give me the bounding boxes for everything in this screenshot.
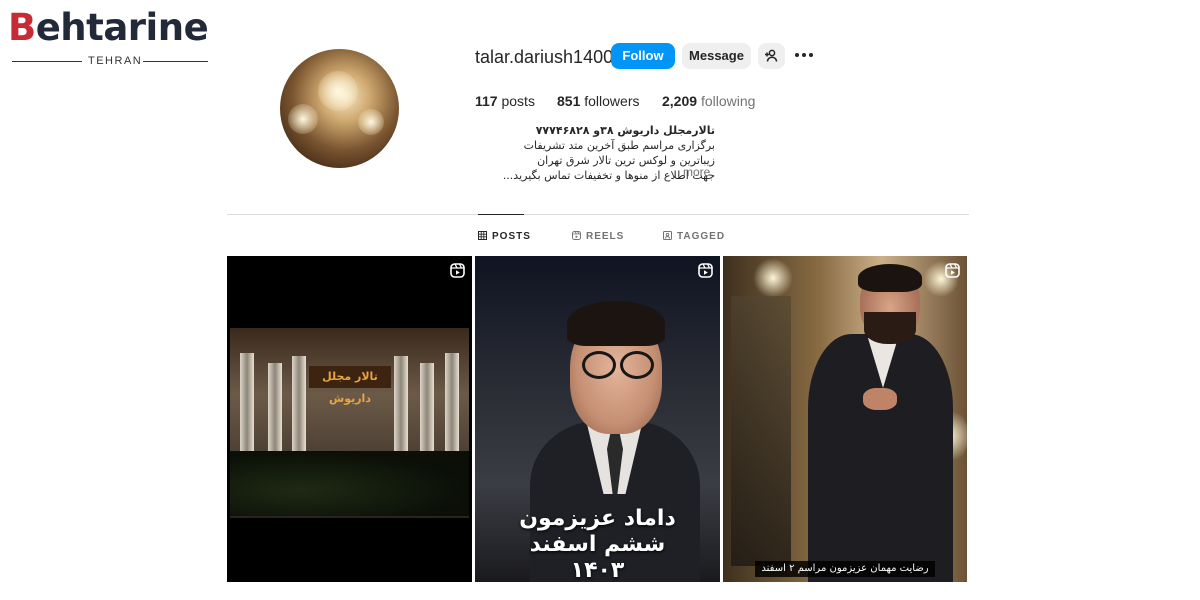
brand-initial: B — [8, 6, 36, 49]
glasses-lens — [620, 351, 654, 379]
post-caption: رضایت مهمان عزیزمون مراسم ۲ اسفند — [723, 558, 967, 577]
profile-avatar[interactable] — [280, 49, 399, 168]
caption-line: داماد عزیزمون — [519, 506, 676, 531]
tab-posts[interactable]: POSTS — [478, 231, 531, 243]
following-link[interactable]: 2,209 following — [662, 92, 755, 110]
reel-icon — [698, 263, 713, 278]
tagged-icon — [663, 231, 672, 240]
guest-beard — [864, 312, 916, 344]
caption-line: ششم اسفند — [529, 532, 666, 557]
followers-link[interactable]: 851 followers — [557, 92, 640, 110]
avatar-highlight — [358, 109, 384, 135]
following-label: following — [700, 93, 756, 109]
trees-foreground — [230, 451, 469, 516]
glass-door — [731, 296, 791, 566]
follow-button[interactable]: Follow — [611, 43, 675, 69]
logo-divider-left — [12, 61, 82, 62]
avatar-highlight — [288, 104, 318, 134]
brand-logo: Behtarine TEHRAN — [8, 8, 213, 68]
glasses-lens — [582, 351, 616, 379]
reel-icon — [945, 263, 960, 278]
tab-tagged[interactable]: TAGGED — [663, 231, 725, 243]
tabs-divider — [227, 214, 969, 215]
tab-reels[interactable]: REELS — [572, 231, 624, 243]
caption-line: ۱۴۰۳ — [570, 558, 625, 582]
bio-name: تالارمجلل داریوش ۳۸و ۷۷۷۴۶۸۲۸ — [535, 124, 715, 137]
post-caption: داماد عزیزمون ششم اسفند ۱۴۰۳ — [475, 506, 720, 582]
tab-posts-label: POSTS — [492, 231, 531, 242]
tab-tagged-label: TAGGED — [677, 231, 726, 242]
caption-text: رضایت مهمان عزیزمون مراسم ۲ اسفند — [755, 561, 935, 577]
reel-icon — [450, 263, 465, 278]
more-options-icon[interactable] — [795, 53, 813, 59]
chandelier-light — [753, 258, 793, 298]
groom-hair — [567, 301, 665, 346]
profile-bio: تالارمجلل داریوش ۳۸و ۷۷۷۴۶۸۲۸ برگزاری مر… — [475, 123, 715, 183]
active-tab-indicator — [478, 214, 524, 215]
brand-city: TEHRAN — [88, 55, 143, 67]
bio-line: برگزاری مراسم طبق آخرین متد تشریفات — [523, 139, 715, 152]
brand-wordmark: Behtarine — [8, 6, 209, 49]
bio-line: زیباترین و لوکس ترین تالار شرق تهران — [537, 154, 715, 167]
suggest-accounts-button[interactable] — [758, 43, 785, 69]
hall-sign: تالار مجلل داریوش — [309, 366, 391, 405]
post-tile[interactable]: رضایت مهمان عزیزمون مراسم ۲ اسفند — [723, 256, 967, 582]
posts-label: posts — [501, 93, 535, 109]
avatar-highlight — [318, 71, 358, 111]
bio-more-link[interactable]: more — [683, 165, 710, 180]
reels-icon — [572, 231, 581, 240]
profile-username: talar.dariush1400 — [475, 47, 614, 67]
tab-reels-label: REELS — [586, 231, 625, 242]
logo-divider-right — [143, 61, 208, 62]
message-button[interactable]: Message — [682, 43, 751, 69]
post-tile[interactable]: تالار مجلل داریوش — [227, 256, 472, 582]
person-add-icon — [765, 49, 778, 62]
followers-label: followers — [584, 93, 640, 109]
post-tile[interactable]: داماد عزیزمون ششم اسفند ۱۴۰۳ — [475, 256, 720, 582]
brand-name-rest: ehtarine — [35, 6, 209, 49]
posts-count: 117 posts — [475, 93, 535, 109]
guest-hand — [863, 388, 897, 410]
guest-hair — [858, 264, 922, 292]
grid-icon — [478, 231, 487, 240]
bio-line: جهت اطلاع از منوها و تخفیفات تماس بگیرید… — [502, 169, 715, 182]
